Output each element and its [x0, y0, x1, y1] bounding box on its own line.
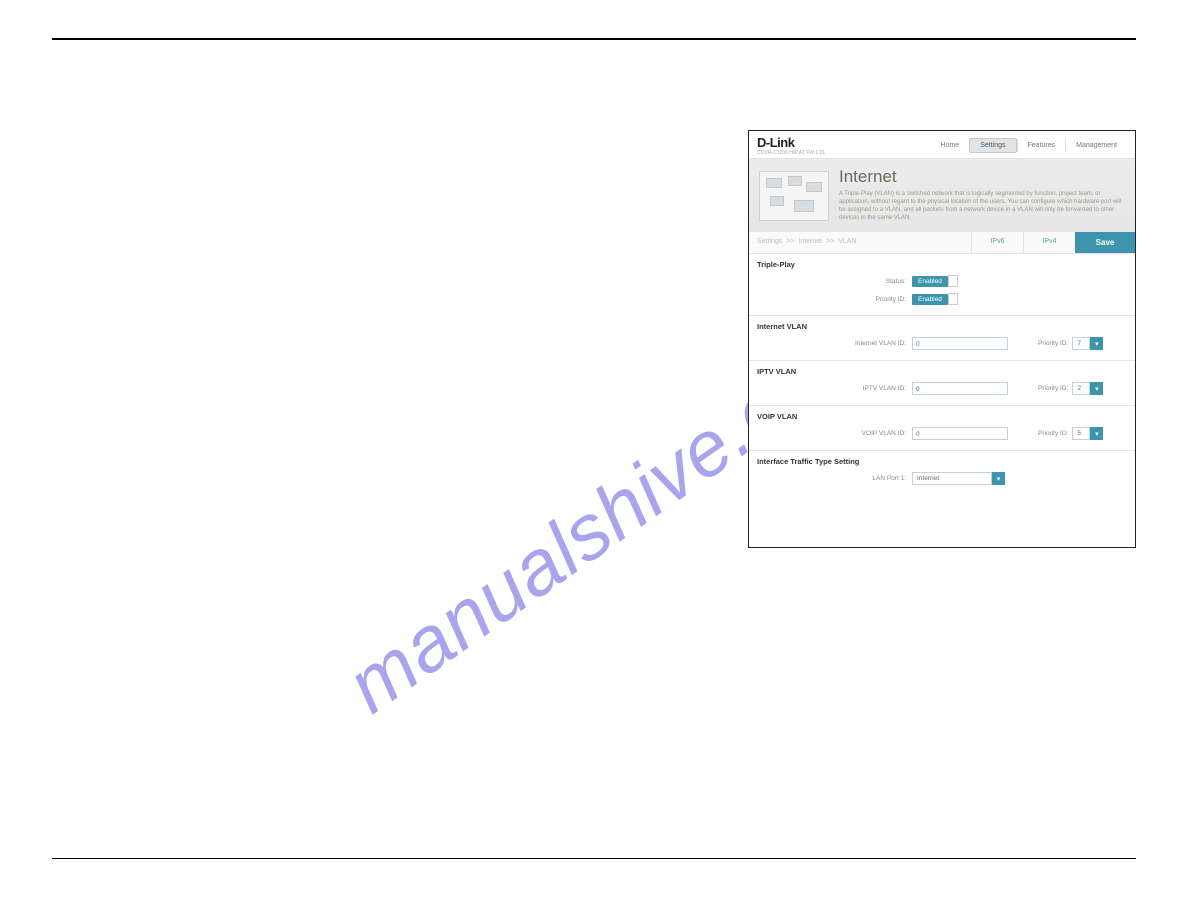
section-interface-traffic: Interface Traffic Type Setting LAN Port …: [749, 451, 1135, 495]
row-priority-id: Priority ID: Enabled: [757, 293, 1127, 305]
router-admin-screenshot: D-Link COVR-C1200 HW:A1 FW:1.01 Home Set…: [748, 130, 1136, 548]
select-internet-vlan-priority-value: 7: [1072, 337, 1090, 350]
toggle-status[interactable]: Enabled: [912, 275, 958, 287]
hero-banner: Internet A Triple-Play (VLAN) is a switc…: [749, 159, 1135, 232]
brand-model: COVR-C1200 HW:A1 FW:1.01: [757, 150, 825, 156]
hero-title: Internet: [839, 167, 1125, 187]
section-title-internet-vlan: Internet VLAN: [757, 322, 1127, 331]
select-internet-vlan-priority[interactable]: 7 ▾: [1072, 337, 1103, 350]
label-lan-port-1: LAN Port 1:: [757, 475, 912, 482]
select-iptv-vlan-priority[interactable]: 2 ▾: [1072, 382, 1103, 395]
nav-management[interactable]: Management: [1065, 139, 1127, 152]
toggle-priority-value: Enabled: [912, 294, 948, 305]
breadcrumb-vlan: VLAN: [838, 238, 856, 245]
section-voip-vlan: VOIP VLAN VOIP VLAN ID: 0 Priority ID: 5…: [749, 406, 1135, 451]
tab-ipv4[interactable]: IPv4: [1023, 232, 1075, 253]
breadcrumb-sep: >>: [784, 238, 796, 245]
select-iptv-vlan-priority-value: 2: [1072, 382, 1090, 395]
chevron-down-icon: ▾: [1090, 337, 1103, 350]
section-title-iptv-vlan: IPTV VLAN: [757, 367, 1127, 376]
breadcrumb-internet[interactable]: Internet: [798, 238, 822, 245]
input-internet-vlan-id[interactable]: 0: [912, 337, 1008, 350]
brand-logo: D-Link: [757, 135, 825, 150]
hero-diagram-icon: [759, 171, 829, 221]
label-internet-vlan-priority: Priority ID:: [1038, 340, 1072, 347]
section-internet-vlan: Internet VLAN Internet VLAN ID: 0 Priori…: [749, 316, 1135, 361]
label-voip-vlan-id: VOIP VLAN ID:: [757, 430, 912, 437]
breadcrumb-sep: >>: [824, 238, 836, 245]
section-triple-play: Triple-Play Status: Enabled Priority ID:…: [749, 254, 1135, 316]
main-nav: Home Settings Features Management: [931, 138, 1127, 153]
topbar: D-Link COVR-C1200 HW:A1 FW:1.01 Home Set…: [749, 131, 1135, 159]
select-lan-port-1[interactable]: Internet ▾: [912, 472, 1005, 485]
select-voip-vlan-priority[interactable]: 5 ▾: [1072, 427, 1103, 440]
chevron-down-icon: ▾: [1090, 427, 1103, 440]
nav-home[interactable]: Home: [931, 139, 970, 152]
input-voip-vlan-id[interactable]: 0: [912, 427, 1008, 440]
toggle-status-value: Enabled: [912, 276, 948, 287]
row-voip-vlan-id: VOIP VLAN ID: 0 Priority ID: 5 ▾: [757, 427, 1127, 440]
save-button[interactable]: Save: [1075, 232, 1135, 253]
row-status: Status: Enabled: [757, 275, 1127, 287]
label-status: Status:: [757, 278, 912, 285]
breadcrumb-settings[interactable]: Settings: [757, 238, 782, 245]
select-voip-vlan-priority-value: 5: [1072, 427, 1090, 440]
input-iptv-vlan-id[interactable]: 0: [912, 382, 1008, 395]
chevron-down-icon: ▾: [1090, 382, 1103, 395]
label-internet-vlan-id: Internet VLAN ID:: [757, 340, 912, 347]
sub-toolbar: Settings >> Internet >> VLAN IPv6 IPv4 S…: [749, 232, 1135, 254]
breadcrumb: Settings >> Internet >> VLAN: [749, 232, 971, 253]
section-iptv-vlan: IPTV VLAN IPTV VLAN ID: 0 Priority ID: 2…: [749, 361, 1135, 406]
section-title-voip-vlan: VOIP VLAN: [757, 412, 1127, 421]
chevron-down-icon: ▾: [992, 472, 1005, 485]
row-lan-port-1: LAN Port 1: Internet ▾: [757, 472, 1127, 485]
row-iptv-vlan-id: IPTV VLAN ID: 0 Priority ID: 2 ▾: [757, 382, 1127, 395]
label-iptv-vlan-id: IPTV VLAN ID:: [757, 385, 912, 392]
row-internet-vlan-id: Internet VLAN ID: 0 Priority ID: 7 ▾: [757, 337, 1127, 350]
nav-features[interactable]: Features: [1017, 139, 1066, 152]
label-voip-vlan-priority: Priority ID:: [1038, 430, 1072, 437]
toggle-knob-icon: [948, 293, 958, 305]
tab-ipv6[interactable]: IPv6: [971, 232, 1023, 253]
section-title-interface-traffic: Interface Traffic Type Setting: [757, 457, 1127, 466]
hero-description: A Triple-Play (VLAN) is a switched netwo…: [839, 190, 1125, 222]
select-lan-port-1-value: Internet: [912, 472, 992, 485]
label-priority-id: Priority ID:: [757, 296, 912, 303]
toggle-priority-id[interactable]: Enabled: [912, 293, 958, 305]
page-rule-bottom: [52, 858, 1136, 859]
toggle-knob-icon: [948, 275, 958, 287]
label-iptv-vlan-priority: Priority ID:: [1038, 385, 1072, 392]
brand-block: D-Link COVR-C1200 HW:A1 FW:1.01: [757, 135, 825, 156]
nav-settings[interactable]: Settings: [969, 138, 1016, 153]
section-title-triple-play: Triple-Play: [757, 260, 1127, 269]
page-rule-top: [52, 38, 1136, 40]
